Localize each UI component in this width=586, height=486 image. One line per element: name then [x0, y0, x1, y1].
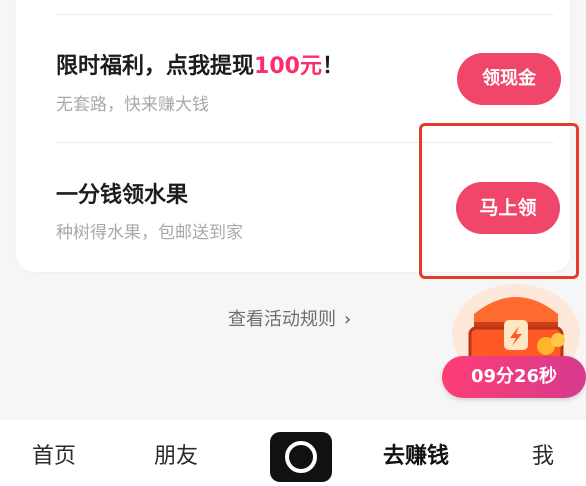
divider — [56, 14, 554, 15]
task-subtitle-fruit: 种树得水果，包邮送到家 — [56, 223, 243, 243]
camera-icon — [285, 441, 317, 473]
claim-cash-button[interactable]: 领现金 — [457, 53, 561, 105]
activity-rules-link[interactable]: 查看活动规则 › — [228, 305, 351, 331]
countdown-timer[interactable]: 09分26秒 — [442, 356, 586, 398]
rules-label: 查看活动规则 — [228, 309, 336, 330]
cash-amount: 100元 — [254, 54, 322, 79]
bottom-tab-bar: 首页 朋友 去赚钱 我 — [0, 420, 586, 486]
chevron-right-icon: › — [344, 309, 352, 330]
tab-home[interactable]: 首页 — [32, 438, 76, 470]
task-title-cash: 限时福利，点我提现100元！ — [56, 54, 344, 79]
tab-friends[interactable]: 朋友 — [154, 438, 198, 470]
annotation-highlight-box — [419, 123, 579, 279]
tab-me[interactable]: 我 — [532, 438, 554, 470]
tab-earn-money[interactable]: 去赚钱 — [383, 438, 449, 470]
task-subtitle-cash: 无套路，快来赚大钱 — [56, 95, 209, 115]
camera-button[interactable] — [270, 432, 332, 482]
task-title-fruit: 一分钱领水果 — [56, 183, 189, 208]
